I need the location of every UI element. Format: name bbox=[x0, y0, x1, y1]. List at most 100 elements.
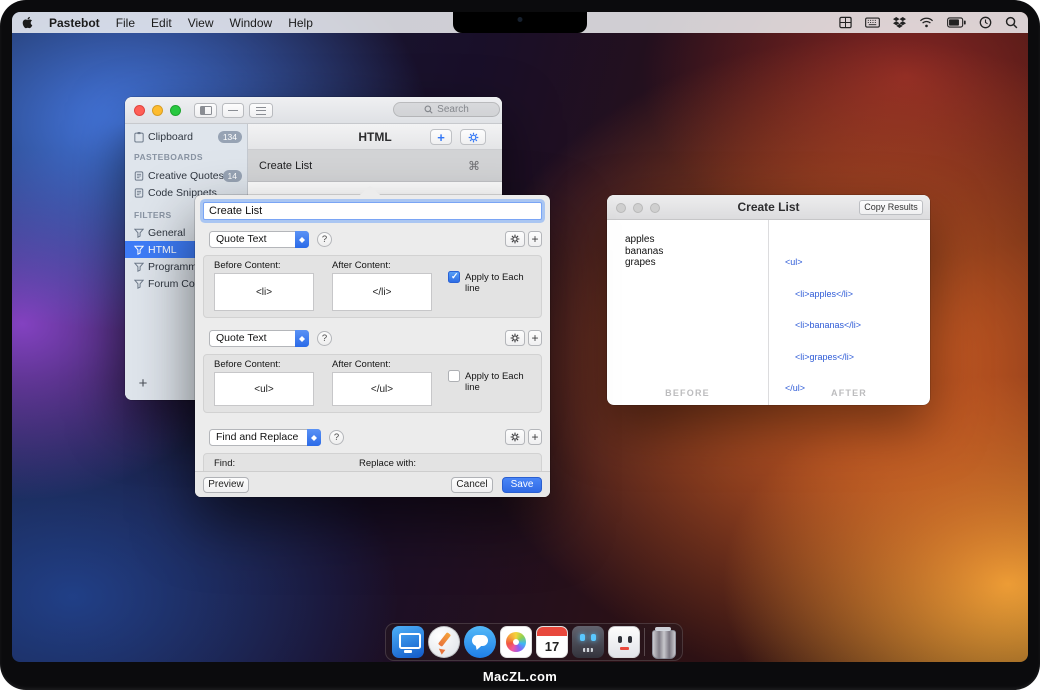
sidebar-item-label: Creative Quotes bbox=[148, 170, 224, 182]
dock-pastebot-app-icon[interactable] bbox=[572, 626, 604, 658]
zoom-button[interactable] bbox=[170, 105, 181, 116]
dock-robot-app-icon[interactable] bbox=[608, 626, 640, 658]
filter-settings-button[interactable] bbox=[460, 129, 486, 145]
apply-each-line-label: Apply to Each line bbox=[465, 272, 541, 294]
sidebar-item-label: Programm bbox=[148, 261, 197, 273]
tiles-icon[interactable] bbox=[839, 16, 852, 29]
pastebot-titlebar: Search bbox=[125, 97, 502, 124]
action-dropdown-2[interactable]: Quote Text bbox=[209, 330, 309, 347]
camera-icon bbox=[518, 17, 523, 22]
after-content-label: After Content: bbox=[332, 359, 391, 370]
apple-menu-icon[interactable] bbox=[22, 16, 33, 29]
menu-edit[interactable]: Edit bbox=[151, 16, 172, 30]
help-button-2[interactable]: ? bbox=[317, 331, 332, 346]
close-button[interactable] bbox=[134, 105, 145, 116]
search-icon bbox=[424, 105, 433, 114]
apply-each-line-label: Apply to Each line bbox=[465, 371, 541, 393]
dock: 17 bbox=[385, 623, 683, 661]
popover-arrow bbox=[360, 186, 380, 195]
action-dropdown-1[interactable]: Quote Text bbox=[209, 231, 309, 248]
calendar-day-number: 17 bbox=[537, 636, 567, 657]
clock-icon[interactable] bbox=[979, 16, 992, 29]
before-content-label: Before Content: bbox=[214, 359, 281, 370]
add-step-button-1[interactable]: + bbox=[528, 231, 542, 247]
before-pane-label: BEFORE bbox=[607, 388, 768, 398]
dock-trash-icon[interactable] bbox=[649, 626, 677, 658]
menu-help[interactable]: Help bbox=[288, 16, 313, 30]
replace-with-label: Replace with: bbox=[359, 458, 416, 469]
list-view-button[interactable] bbox=[249, 103, 273, 118]
after-content-input-2[interactable]: </ul> bbox=[332, 372, 432, 406]
sidebar-item-label: General bbox=[148, 227, 185, 239]
menu-view[interactable]: View bbox=[188, 16, 214, 30]
battery-icon[interactable] bbox=[947, 17, 966, 28]
after-content-input-1[interactable]: </li> bbox=[332, 273, 432, 311]
brand-watermark: MacZL.com bbox=[0, 669, 1040, 684]
filter-row-label: Create List bbox=[259, 160, 312, 172]
pasteboard-icon bbox=[134, 171, 148, 181]
filter-funnel-icon bbox=[134, 262, 148, 272]
dock-messages-app-icon[interactable] bbox=[464, 626, 496, 658]
step-settings-button-2[interactable] bbox=[505, 330, 525, 346]
filter-name-input[interactable] bbox=[203, 202, 542, 220]
dropbox-icon[interactable] bbox=[893, 17, 906, 29]
add-step-button-2[interactable]: + bbox=[528, 330, 542, 346]
calendar-header-band bbox=[537, 627, 567, 636]
preview-button[interactable]: Preview bbox=[203, 477, 249, 493]
add-step-button-3[interactable]: + bbox=[528, 429, 542, 445]
help-button-1[interactable]: ? bbox=[317, 232, 332, 247]
dock-divider bbox=[644, 628, 645, 656]
menu-window[interactable]: Window bbox=[230, 16, 273, 30]
filter-row-create-list[interactable]: Create List ⌘ bbox=[248, 150, 502, 182]
search-placeholder: Search bbox=[437, 104, 469, 115]
step-settings-group-1: Before Content: <li> After Content: </li… bbox=[203, 255, 542, 318]
keyboard-icon[interactable] bbox=[865, 17, 880, 28]
action-dropdown-3[interactable]: Find and Replace bbox=[209, 429, 321, 446]
dock-screens-app-icon[interactable] bbox=[392, 626, 424, 658]
clipboard-count-badge: 134 bbox=[218, 131, 242, 143]
minimize-button[interactable] bbox=[152, 105, 163, 116]
step-settings-button-1[interactable] bbox=[505, 231, 525, 247]
dropdown-caret-icon bbox=[295, 330, 309, 347]
single-line-icon bbox=[228, 110, 238, 111]
cancel-button[interactable]: Cancel bbox=[451, 477, 493, 493]
filter-list-header: HTML + bbox=[248, 124, 502, 150]
wifi-icon[interactable] bbox=[919, 17, 934, 28]
editor-footer: Preview Cancel Save bbox=[195, 471, 550, 497]
sidebar-toggle-button[interactable] bbox=[194, 103, 217, 118]
dock-drawing-app-icon[interactable] bbox=[428, 626, 460, 658]
before-content-input-1[interactable]: <li> bbox=[214, 273, 314, 311]
sidebar-item-clipboard[interactable]: Clipboard 134 bbox=[125, 128, 247, 145]
add-filter-button[interactable]: + bbox=[430, 129, 452, 145]
sidebar-item-label: Forum Co bbox=[148, 278, 195, 290]
macbook-bezel: Pastebot File Edit View Window Help bbox=[0, 0, 1040, 690]
sidebar-item-label: Clipboard bbox=[148, 131, 193, 143]
dropdown-caret-icon bbox=[307, 429, 321, 446]
step-settings-button-3[interactable] bbox=[505, 429, 525, 445]
dock-photos-app-icon[interactable] bbox=[500, 626, 532, 658]
camera-notch bbox=[453, 12, 587, 33]
filters-section-header: FILTERS bbox=[134, 210, 172, 220]
save-button[interactable]: Save bbox=[502, 477, 542, 493]
apply-each-line-checkbox-1[interactable] bbox=[448, 271, 460, 283]
dock-calendar-app-icon[interactable]: 17 bbox=[536, 626, 568, 658]
list-lines-icon bbox=[256, 107, 266, 115]
menu-app-name[interactable]: Pastebot bbox=[49, 16, 100, 30]
menu-file[interactable]: File bbox=[116, 16, 135, 30]
spotlight-search-icon[interactable] bbox=[1005, 16, 1018, 29]
pasteboard-count-badge: 14 bbox=[223, 170, 242, 182]
before-content-input-2[interactable]: <ul> bbox=[214, 372, 314, 406]
preview-titlebar: Create List Copy Results bbox=[607, 195, 930, 220]
gear-icon bbox=[510, 333, 520, 343]
help-button-3[interactable]: ? bbox=[329, 430, 344, 445]
after-content-label: After Content: bbox=[332, 260, 391, 271]
compact-view-button[interactable] bbox=[222, 103, 244, 118]
before-content-label: Before Content: bbox=[214, 260, 281, 271]
add-item-button[interactable]: + bbox=[134, 374, 152, 392]
apply-each-line-checkbox-2[interactable] bbox=[448, 370, 460, 382]
clipboard-icon bbox=[134, 131, 148, 143]
search-field[interactable]: Search bbox=[393, 102, 500, 117]
copy-results-button[interactable]: Copy Results bbox=[859, 200, 923, 215]
shortcut-symbol: ⌘ bbox=[468, 159, 480, 173]
sidebar-item-creative-quotes[interactable]: Creative Quotes 14 bbox=[125, 167, 247, 184]
